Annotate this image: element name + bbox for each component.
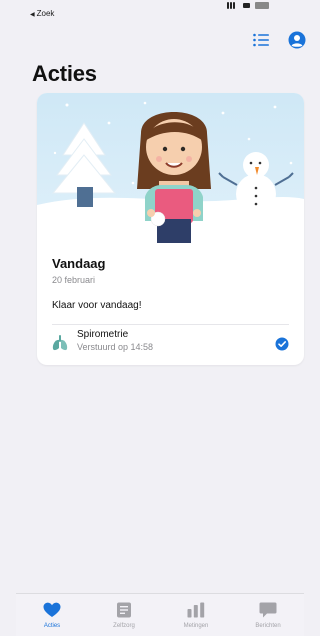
tab-label: Metingen bbox=[183, 623, 209, 629]
day-title: Vandaag bbox=[52, 256, 106, 271]
heart-icon bbox=[43, 602, 61, 617]
chat-bubble-icon bbox=[259, 602, 277, 618]
account-button[interactable] bbox=[288, 31, 306, 49]
tab-acties[interactable]: Acties bbox=[16, 594, 88, 636]
ready-message: Klaar voor vandaag! bbox=[52, 300, 142, 311]
page-title: Acties bbox=[32, 61, 97, 86]
tab-label: Zelfzorg bbox=[113, 623, 135, 629]
winter-illustration bbox=[37, 93, 304, 243]
tab-label: Acties bbox=[43, 623, 61, 629]
bar-chart-icon bbox=[187, 602, 205, 618]
document-icon bbox=[117, 602, 131, 618]
person-circle-icon bbox=[288, 31, 306, 49]
tab-metingen[interactable]: Metingen bbox=[160, 594, 232, 636]
task-row-spirometrie[interactable]: Spirometrie Verstuurd op 14:58 bbox=[37, 327, 304, 359]
list-button[interactable] bbox=[252, 32, 270, 48]
day-date: 20 februari bbox=[52, 275, 96, 285]
signal-icon bbox=[219, 2, 279, 10]
task-status: Verstuurd op 14:58 bbox=[77, 342, 154, 352]
tab-bar: Acties Zelfzorg Metingen Berichten bbox=[16, 593, 304, 636]
checkmark-circle-icon bbox=[275, 337, 289, 351]
task-name: Spirometrie bbox=[77, 329, 129, 340]
list-icon bbox=[253, 33, 269, 47]
back-arrow-icon: ◀ bbox=[30, 12, 35, 18]
status-bar: ◀ Zoek bbox=[0, 0, 319, 22]
back-to-app-link[interactable]: ◀ Zoek bbox=[30, 9, 54, 18]
tab-zelfzorg[interactable]: Zelfzorg bbox=[88, 594, 160, 636]
today-card: Vandaag 20 februari Klaar voor vandaag! … bbox=[37, 93, 304, 365]
tab-berichten[interactable]: Berichten bbox=[232, 594, 304, 636]
tab-label: Berichten bbox=[255, 623, 281, 629]
lungs-icon bbox=[52, 335, 68, 351]
back-label: Zoek bbox=[36, 9, 55, 18]
divider bbox=[52, 324, 289, 325]
